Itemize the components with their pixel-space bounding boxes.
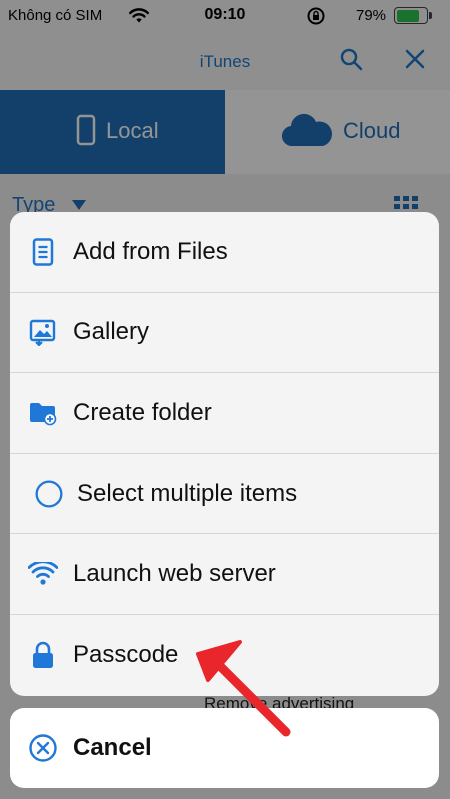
cancel-label: Cancel <box>73 734 152 761</box>
add-from-files-button[interactable]: Add from Files <box>10 212 439 293</box>
cancel-icon <box>29 734 57 762</box>
sheet-item-label: Select multiple items <box>77 479 298 507</box>
sheet-item-label: Add from Files <box>73 237 228 265</box>
lock-icon <box>28 640 58 670</box>
document-icon <box>28 237 58 267</box>
highlight-arrow-icon <box>196 640 291 737</box>
gallery-button[interactable]: Gallery <box>10 293 439 374</box>
folder-add-icon <box>28 398 58 428</box>
sheet-item-label: Gallery <box>73 318 150 346</box>
wifi-icon <box>28 559 58 589</box>
launch-web-server-button[interactable]: Launch web server <box>10 534 439 615</box>
sheet-item-label: Passcode <box>73 641 179 669</box>
sheet-item-label: Launch web server <box>73 560 276 588</box>
sheet-item-label: Create folder <box>73 398 212 426</box>
action-sheet: Add from Files Gallery Create folder Sel… <box>10 212 439 696</box>
gallery-icon <box>28 317 58 347</box>
circle-icon <box>34 479 64 509</box>
select-multiple-items-button[interactable]: Select multiple items <box>10 454 439 535</box>
create-folder-button[interactable]: Create folder <box>10 373 439 454</box>
